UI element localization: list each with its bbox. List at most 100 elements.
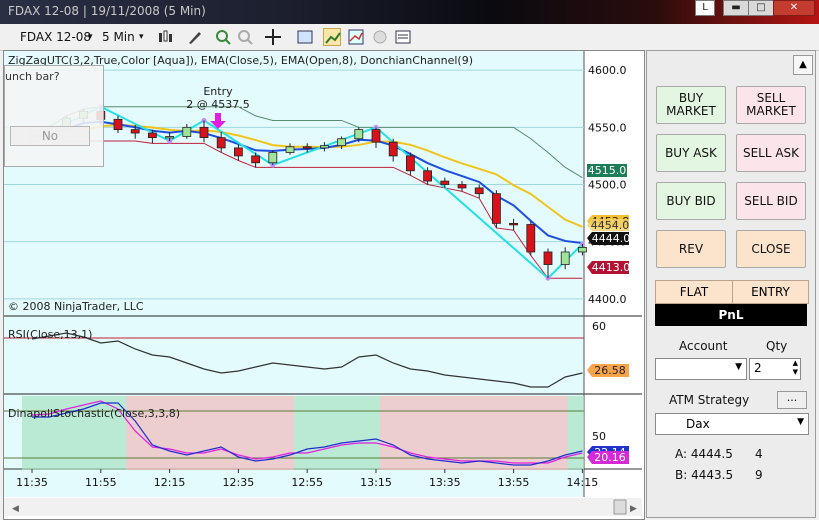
interval-dropdown-icon[interactable]: ▾ [139,28,144,46]
link-button[interactable]: L [695,0,715,16]
atm-strategy-label: ATM Strategy [669,393,750,407]
reverse-button[interactable]: REV [656,230,726,268]
ask-size: 4 [755,447,763,461]
entry-label: Entry [203,85,233,98]
price-axis-label: 4550.0 [588,121,627,134]
candle-body [371,129,381,143]
strategy-icon[interactable] [371,28,389,46]
bid-size: 9 [755,468,763,482]
atm-dropdown-icon[interactable]: ▼ [797,417,804,427]
buy-ask-button[interactable]: BUY ASK [656,134,726,172]
candle-body [182,126,192,137]
buy-bid-button[interactable]: BUY BID [656,182,726,220]
time-axis-label: 12:55 [291,476,323,489]
bar-type-icon[interactable] [156,28,174,46]
zoom-out-icon[interactable] [236,28,254,46]
stoch-zone-green [294,396,380,470]
candle-body [285,146,295,153]
stoch-zone-green [568,396,584,470]
sell-market-button[interactable]: SELL MARKET [736,86,806,124]
ask-price: A: 4444.5 [675,447,733,461]
candle-body [251,155,261,164]
minimize-button[interactable]: ▬ [723,0,749,16]
time-axis-label: 12:35 [223,476,255,489]
instrument-dropdown-icon[interactable]: ▾ [88,28,93,46]
candle-body [165,136,175,139]
stoch-zone-red [380,396,568,470]
panel-scroll-up-icon[interactable]: ▲ [793,55,813,75]
horizontal-scrollbar[interactable]: ◀ ▶ [4,498,642,516]
interval-selector[interactable]: 5 Min [102,28,135,46]
crosshair-icon[interactable] [264,28,282,46]
svg-text:4454.0: 4454.0 [591,219,630,232]
rsi-value-tag: 26.58 [587,364,629,377]
time-axis-label: 13:35 [429,476,461,489]
candle-body [319,145,329,149]
data-box-icon[interactable] [296,28,314,46]
account-dropdown-icon[interactable]: ▼ [735,362,742,372]
pnl-display: PnL [655,304,807,326]
indicators-icon[interactable] [347,28,365,46]
maximize-button[interactable]: □ [748,0,774,16]
candle-body [457,184,467,189]
atm-more-button[interactable]: ... [777,391,807,409]
svg-text:4444.0: 4444.0 [592,232,631,245]
instrument-selector[interactable]: FDAX 12-08 [20,28,91,46]
stoch-axis-label: 50 [592,430,606,443]
bid-price: B: 4443.5 [675,468,734,482]
time-axis-label: 13:55 [498,476,530,489]
sell-bid-button[interactable]: SELL BID [736,182,806,220]
candle-body [354,129,364,140]
candle-body [509,222,519,226]
zoom-in-icon[interactable] [214,28,232,46]
stoch-pink-tag: 20.16 [587,451,629,464]
title-bar[interactable]: FDAX 12-08 | 19/11/2008 (5 Min) L ▬ □ ✕ [0,0,819,24]
chart-toolbar: FDAX 12-08 ▾ 5 Min ▾ [0,24,819,51]
close-window-button[interactable]: ✕ [773,0,815,16]
candle-body [526,224,536,253]
time-axis-label: 14:15 [567,476,599,489]
time-axis-label: 11:55 [85,476,117,489]
candle-body [147,132,157,139]
scroll-thumb [613,499,627,515]
drawing-tool-icon[interactable] [186,28,204,46]
window-title: FDAX 12-08 | 19/11/2008 (5 Min) [8,4,206,18]
stoch-legend: DinapoliStochastic(Close,3,3,8) [8,407,180,420]
time-axis-label: 13:15 [360,476,392,489]
copyright: © 2008 NinjaTrader, LLC [8,300,144,313]
candle-body [233,147,243,157]
chart-trader-panel: ▲ BUY MARKET SELL MARKET BUY ASK SELL AS… [646,50,816,518]
relaunch-dialog: unch bar? No [4,65,104,167]
account-select[interactable]: ▼ [655,358,747,380]
candle-body [578,246,587,253]
candle-body [474,187,484,195]
quantity-stepper[interactable]: 2 ▲ ▼ [749,358,801,380]
time-axis-label: 11:35 [16,476,48,489]
qty-down-icon[interactable]: ▼ [793,368,798,376]
price-tag-black: 4444.0 [587,232,630,245]
candle-body [560,251,570,265]
atm-strategy-value: Dax [686,417,710,431]
candle-body [216,137,226,149]
qty-up-icon[interactable]: ▲ [793,359,798,367]
candle-body [423,170,433,182]
sell-ask-button[interactable]: SELL ASK [736,134,806,172]
buy-market-button[interactable]: BUY MARKET [656,86,726,124]
chart-area[interactable]: 4600.04550.04500.04450.04400.0605011:351… [3,50,645,520]
no-button[interactable]: No [10,126,90,146]
chart-trader-icon[interactable] [323,28,341,46]
atm-strategy-select[interactable]: Dax ▼ [655,413,809,435]
candle-body [440,180,450,185]
candle-body [130,129,140,134]
position-status: FLAT ENTRY [655,280,809,304]
candle-body [302,146,312,149]
rsi-legend: RSI(Close,13,1) [8,328,92,341]
price-tag-yellow-2: 4454.0 [587,219,629,232]
position-entry: ENTRY [751,285,790,299]
time-axis-label: 12:15 [154,476,186,489]
candle-body [491,193,501,224]
candle-body [543,251,553,265]
properties-icon[interactable] [394,28,412,46]
price-axis-label: 4400.0 [588,293,627,306]
close-position-button[interactable]: CLOSE [736,230,806,268]
